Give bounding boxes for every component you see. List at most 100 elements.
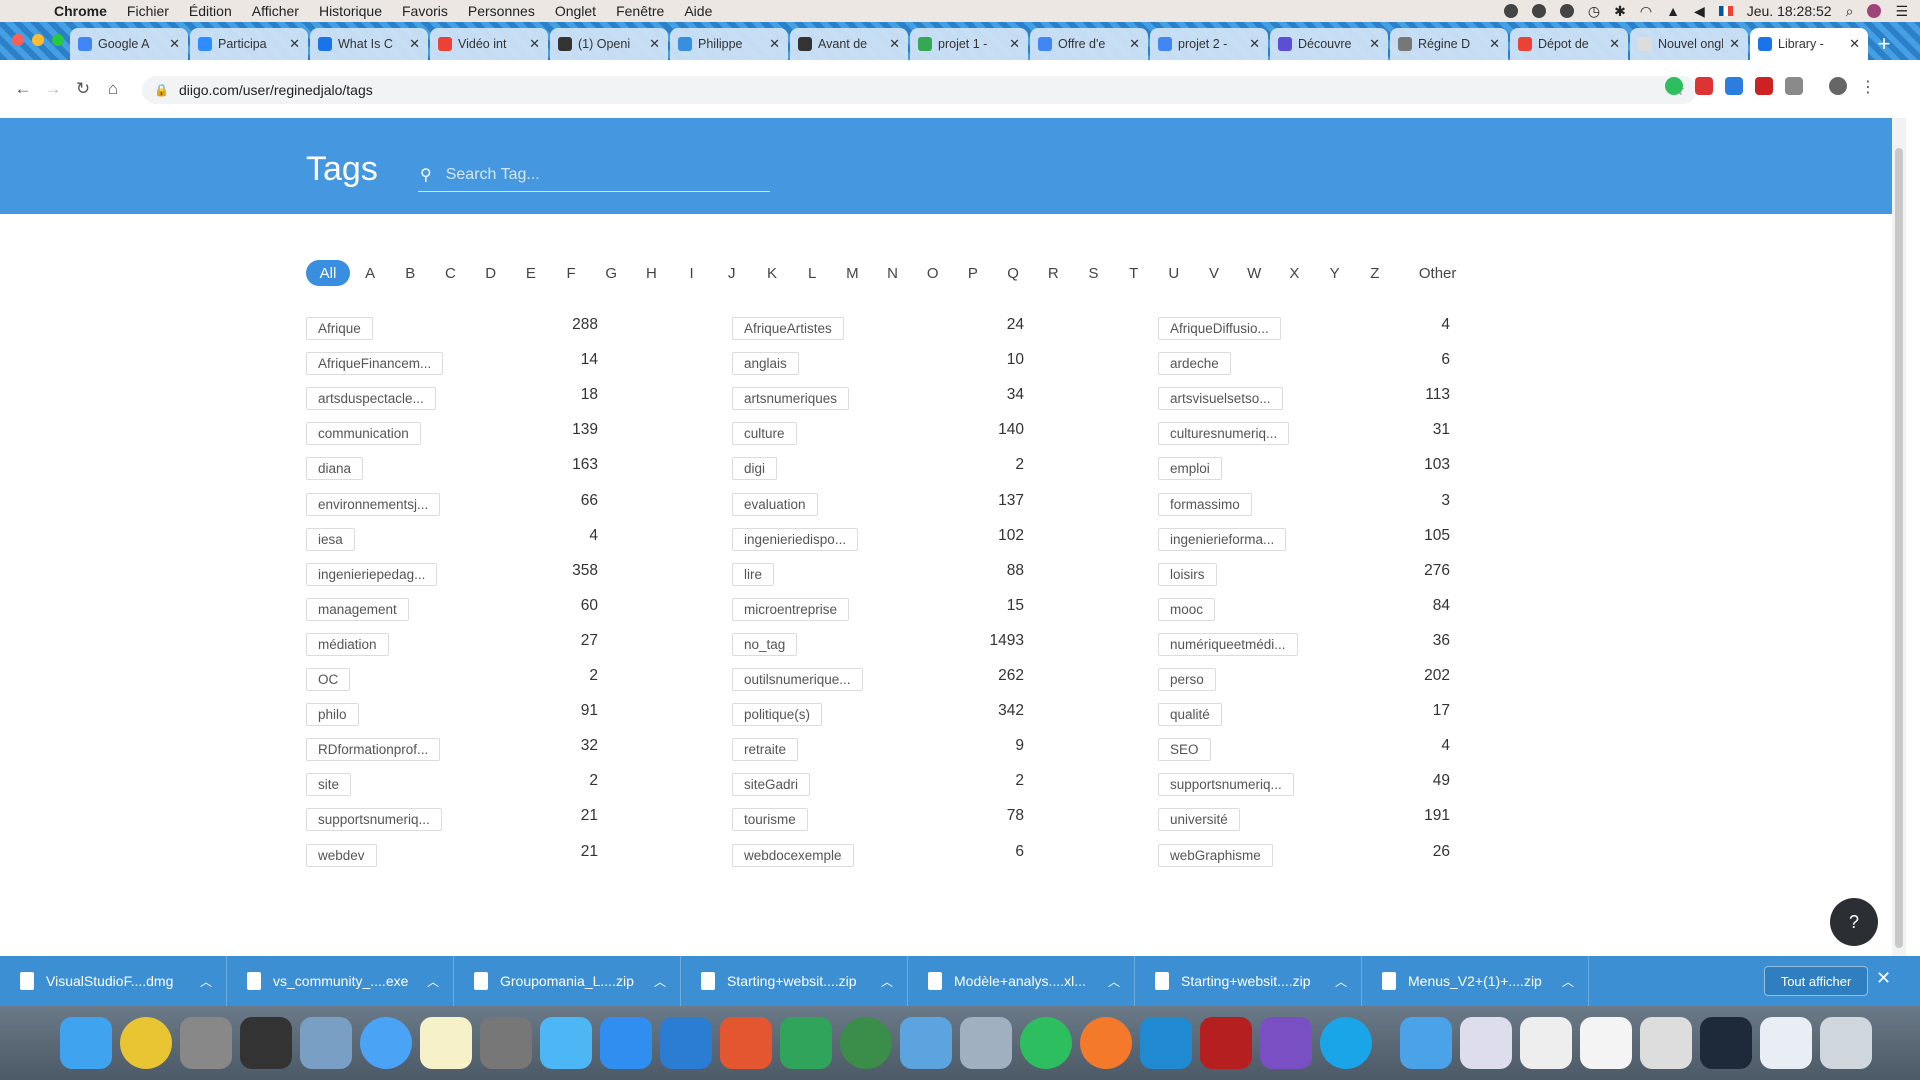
download-item[interactable]: Starting+websit....zip ︿ [1135, 956, 1362, 1006]
letter-filter-other[interactable]: Other [1419, 260, 1457, 286]
recent-file-icon[interactable] [1460, 1017, 1512, 1069]
url-text[interactable]: diigo.com/user/reginedjalo/tags [179, 82, 373, 98]
close-tab-icon[interactable]: ✕ [1009, 36, 1020, 52]
browser-tab[interactable]: Google A ✕ [70, 28, 188, 60]
tag-link[interactable]: Afrique [306, 317, 373, 340]
tag-link[interactable]: siteGadri [732, 773, 811, 797]
letter-filter-y[interactable]: Y [1315, 260, 1355, 286]
tag-link[interactable]: lire [732, 562, 775, 586]
letter-filter-f[interactable]: F [551, 260, 591, 286]
close-tab-icon[interactable]: ✕ [1729, 36, 1740, 52]
tag-link[interactable]: emploi [1158, 457, 1222, 481]
chevron-up-icon[interactable]: ︿ [654, 973, 666, 990]
close-tab-icon[interactable]: ✕ [649, 36, 660, 52]
contacts-icon[interactable] [900, 1017, 952, 1069]
chrome-icon[interactable] [120, 1017, 172, 1069]
tag-link[interactable]: microentreprise [732, 597, 850, 621]
tag-link[interactable]: digi [732, 457, 778, 481]
browser-tab[interactable]: Dépot de ✕ [1510, 28, 1628, 60]
tag-link[interactable]: tourisme [732, 808, 808, 832]
notification-center-icon[interactable]: ☰ [1895, 3, 1908, 20]
minimize-window-button[interactable] [32, 34, 44, 46]
close-tab-icon[interactable]: ✕ [169, 36, 180, 52]
photo-app-icon[interactable] [240, 1017, 292, 1069]
browser-tab[interactable]: Régine D ✕ [1390, 28, 1508, 60]
menu-app-name[interactable]: Chrome [54, 3, 107, 19]
browser-tab[interactable]: (1) Openi ✕ [550, 28, 668, 60]
evernote-icon[interactable] [1559, 4, 1574, 18]
tag-link[interactable]: supportsnumeriq... [1158, 773, 1294, 797]
chevron-up-icon[interactable]: ︿ [1108, 973, 1120, 990]
tag-link[interactable]: université [1158, 808, 1240, 832]
menu-favoris[interactable]: Favoris [402, 3, 448, 19]
chevron-up-icon[interactable]: ︿ [1335, 973, 1347, 990]
safari-icon[interactable] [360, 1017, 412, 1069]
letter-filter-z[interactable]: Z [1355, 260, 1395, 286]
browser-tab[interactable]: Découvre ✕ [1270, 28, 1388, 60]
menu-historique[interactable]: Historique [319, 3, 382, 19]
forward-icon[interactable]: → [38, 79, 68, 99]
chrome-menu-icon[interactable]: ⋮ [1859, 77, 1877, 96]
chevron-up-icon[interactable]: ︿ [881, 973, 893, 990]
menu-fichier[interactable]: Fichier [127, 3, 169, 19]
profile-avatar-icon[interactable] [1829, 77, 1847, 95]
tag-link[interactable]: ardeche [1158, 352, 1231, 376]
tag-link[interactable]: ingenieriepedag... [306, 562, 438, 586]
tag-link[interactable]: mooc [1158, 597, 1216, 621]
letter-filter-v[interactable]: V [1194, 260, 1234, 286]
letter-filter-p[interactable]: P [953, 260, 993, 286]
volume-icon[interactable]: ◀ [1694, 3, 1705, 20]
tag-link[interactable]: artsvisuelsetso... [1158, 387, 1283, 411]
clock[interactable]: Jeu. 18:28:52 [1747, 3, 1832, 19]
notes-icon[interactable] [420, 1017, 472, 1069]
tag-link[interactable]: politique(s) [732, 703, 823, 727]
chevron-up-icon[interactable]: ︿ [1562, 973, 1574, 990]
letter-filter-k[interactable]: K [752, 260, 792, 286]
skype-icon[interactable] [1320, 1017, 1372, 1069]
excel-icon[interactable] [780, 1017, 832, 1069]
browser-tab[interactable]: Vidéo int ✕ [430, 28, 548, 60]
letter-filter-c[interactable]: C [430, 260, 470, 286]
bluetooth-icon[interactable]: ✱ [1614, 3, 1626, 20]
tag-link[interactable]: site [306, 773, 352, 797]
letter-filter-l[interactable]: L [792, 260, 832, 286]
tag-link[interactable]: AfriqueFinancem... [306, 352, 444, 376]
browser-tab[interactable]: projet 1 - ✕ [910, 28, 1028, 60]
tag-link[interactable]: culturesnumeriq... [1158, 422, 1290, 446]
adblock-extension-icon[interactable] [1695, 77, 1713, 95]
recent-file-icon[interactable] [1640, 1017, 1692, 1069]
tag-link[interactable]: webdev [306, 843, 377, 867]
tag-link[interactable]: management [306, 597, 409, 621]
word-icon[interactable] [660, 1017, 712, 1069]
letter-filter-all[interactable]: All [306, 260, 350, 286]
tag-link[interactable]: médiation [306, 632, 389, 656]
close-tab-icon[interactable]: ✕ [1369, 36, 1380, 52]
close-tab-icon[interactable]: ✕ [1249, 36, 1260, 52]
tag-link[interactable]: AfriqueArtistes [732, 317, 844, 340]
download-item[interactable]: vs_community_....exe ︿ [227, 956, 454, 1006]
letter-filter-r[interactable]: R [1033, 260, 1073, 286]
menu-edition[interactable]: Édition [189, 3, 232, 19]
browser-tab[interactable]: Avant de ✕ [790, 28, 908, 60]
address-bar[interactable]: 🔒 diigo.com/user/reginedjalo/tags ☆ [142, 76, 1697, 104]
powerpoint-icon[interactable] [720, 1017, 772, 1069]
tag-link[interactable]: anglais [732, 352, 799, 376]
tag-link[interactable]: retraite [732, 738, 799, 762]
close-tab-icon[interactable]: ✕ [1489, 36, 1500, 52]
tag-link[interactable]: qualité [1158, 703, 1222, 727]
scrollbar-thumb[interactable] [1895, 148, 1903, 948]
tag-link[interactable]: ingenierieforma... [1158, 527, 1287, 551]
search-icon[interactable]: ⚲ [420, 165, 432, 185]
close-tab-icon[interactable]: ✕ [289, 36, 300, 52]
tag-link[interactable]: SEO [1158, 738, 1211, 762]
letter-filter-i[interactable]: I [672, 260, 712, 286]
close-downloads-bar-icon[interactable]: ✕ [1876, 968, 1891, 989]
download-item[interactable]: Modèle+analys....xl... ︿ [908, 956, 1135, 1006]
close-window-button[interactable] [12, 34, 24, 46]
time-machine-icon[interactable]: ◷ [1588, 3, 1600, 20]
downloads-folder-icon[interactable] [1400, 1017, 1452, 1069]
tag-link[interactable]: RDformationprof... [306, 738, 441, 762]
letter-filter-g[interactable]: G [591, 260, 631, 286]
spotlight-search-icon[interactable]: ⌕ [1846, 3, 1854, 20]
user-avatar-icon[interactable] [1867, 4, 1882, 18]
